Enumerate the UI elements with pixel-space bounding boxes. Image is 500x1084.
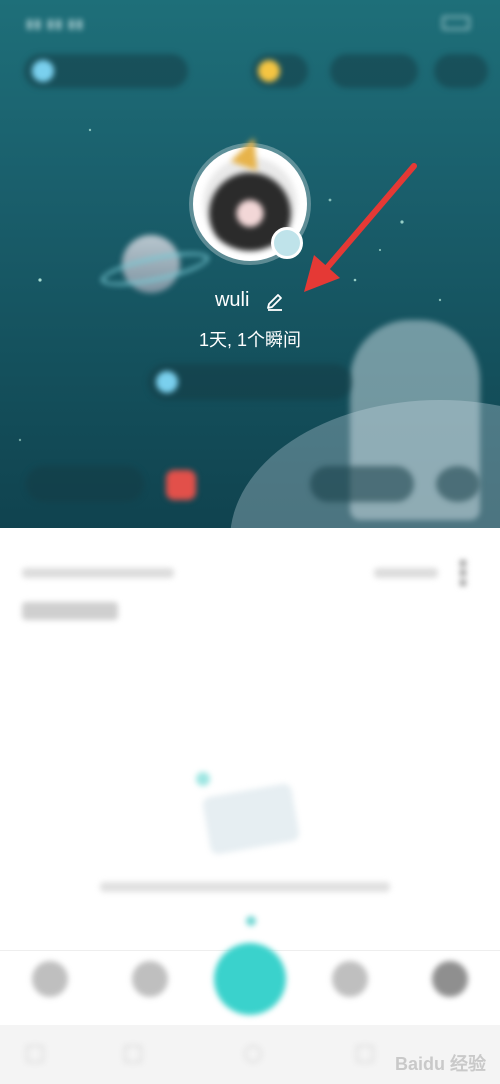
red-arrow (304, 163, 417, 292)
recent-nav-icon[interactable] (124, 1045, 142, 1063)
discover-tab-icon (132, 961, 168, 997)
moment-date (22, 568, 174, 578)
tab-profile[interactable] (420, 961, 480, 997)
tab-messages[interactable] (320, 961, 380, 997)
system-nav-bar: Baidu 经验 (0, 1025, 500, 1084)
create-button[interactable] (214, 943, 286, 1015)
moment-text[interactable] (22, 602, 118, 620)
profile-header: ▮▮ ▮▮ ▮▮ wuli 1天, 1个瞬间 (0, 0, 500, 528)
moment-card (0, 528, 500, 950)
cloud-tab-icon (332, 961, 368, 997)
menu-nav-icon[interactable] (26, 1045, 44, 1063)
empty-state-illustration (196, 772, 306, 856)
indicator-dot (246, 916, 256, 926)
watermark: Baidu 经验 (394, 1054, 486, 1074)
planet-tab-icon (32, 961, 68, 997)
home-nav-icon[interactable] (244, 1045, 262, 1063)
tab-discover[interactable] (120, 961, 180, 997)
moment-tag (374, 568, 438, 578)
back-nav-icon[interactable] (356, 1045, 374, 1063)
more-icon[interactable] (460, 560, 466, 586)
avatar-tab-icon (432, 961, 468, 997)
empty-state-text (100, 882, 390, 892)
tab-home[interactable] (20, 961, 80, 997)
